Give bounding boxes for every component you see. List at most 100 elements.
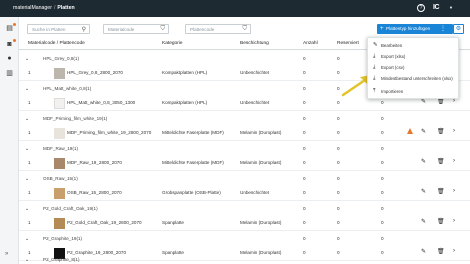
group-row[interactable]: ⌄ P2_Graphite_8(1)	[19, 257, 470, 264]
chevron-right-icon[interactable]: ›	[453, 188, 455, 194]
brand-logo[interactable]: IC	[433, 4, 440, 11]
search-input[interactable]: Suche in Platten ⚲	[27, 24, 90, 34]
table-row[interactable]: 1 P2_Gold_Craft_Oak_19_2800_2070 Spanpla…	[19, 216, 470, 231]
search-placeholder: Suche in Platten	[32, 27, 66, 32]
group-reserved: 0	[337, 116, 340, 121]
group-row[interactable]: ⌄ OSB_Raw_15(1) 0 0 0	[19, 176, 470, 183]
edit-icon[interactable]: ✎	[421, 218, 426, 225]
group-min: 0	[381, 146, 384, 151]
row-number: 1	[28, 250, 31, 255]
group-reserved: 0	[337, 206, 340, 211]
edit-icon[interactable]: ✎	[421, 248, 426, 255]
left-rail: ▤ ◙ ● ▥ »	[0, 17, 19, 264]
count: 0	[303, 190, 306, 195]
category: Kompaktplatten (HPL)	[162, 70, 208, 75]
menu-item-label: Importieren	[381, 89, 404, 94]
group-min: 0	[381, 116, 384, 121]
cabinet-icon[interactable]: ▥	[5, 70, 14, 78]
edit-icon[interactable]: ✎	[421, 158, 426, 165]
menu-item-export-csv[interactable]: ⤓ Export (csv)	[368, 62, 460, 73]
group-min: 0	[381, 206, 384, 211]
min-stock: 0	[381, 190, 384, 195]
menu-item-export-xlsx[interactable]: ⤓ Export (xlsx)	[368, 51, 460, 62]
material-thumbnail	[54, 218, 65, 229]
layers-icon[interactable]: ▤	[5, 25, 14, 33]
chevron-right-icon[interactable]: ›	[453, 128, 455, 134]
chevron-down-icon[interactable]: ⌄	[25, 176, 29, 182]
edit-icon[interactable]: ✎	[421, 128, 426, 135]
table-row[interactable]: 1 OSB_Raw_15_2800_2070 Grobspanplatte (O…	[19, 186, 470, 201]
group-row[interactable]: ⌄ MDF_Priming_film_white_19(1) 0 0 0	[19, 116, 470, 123]
pencil-icon: ✎	[373, 42, 378, 48]
count: 0	[303, 130, 306, 135]
chevron-right-icon[interactable]: ›	[453, 158, 455, 164]
chevron-right-icon[interactable]: ›	[453, 248, 455, 254]
count: 0	[303, 70, 306, 75]
tag-icon[interactable]: ●	[5, 55, 14, 63]
group-reserved: 0	[337, 146, 340, 151]
chevron-right-icon[interactable]: ›	[453, 218, 455, 224]
coating: Unbeschichtet	[240, 70, 270, 75]
menu-item-min-stock-export[interactable]: ⤓ Mindestbestand unterschreiten (xlsx)	[368, 73, 460, 84]
min-stock: 0	[381, 130, 384, 135]
upload-icon: ⤒	[373, 88, 376, 94]
chevron-down-icon[interactable]: ▼	[449, 5, 453, 10]
plate-code: MDF_Raw_19_2800_2070	[67, 160, 122, 165]
chevron-down-icon[interactable]: ⌄	[25, 56, 29, 62]
plate-code: P2_Graphite_19_2800_2070	[67, 250, 127, 255]
chevron-down-icon[interactable]: ⌄	[25, 86, 29, 92]
help-icon[interactable]: ?	[417, 4, 425, 12]
delete-icon[interactable]: 🗑	[437, 188, 445, 195]
plate-placeholder: Plattencode	[190, 27, 215, 32]
more-menu-button[interactable]: ⋮	[438, 24, 448, 34]
min-stock: 0	[381, 100, 384, 105]
group-count: 0	[303, 116, 306, 121]
group-row[interactable]: ⌄ P2_Gold_Craft_Oak_19(1) 0 0 0	[19, 206, 470, 213]
delete-icon[interactable]: 🗑	[437, 128, 445, 135]
breadcrumb-app[interactable]: materialManager	[13, 5, 52, 11]
delete-icon[interactable]: 🗑	[437, 158, 445, 165]
plate-filter[interactable]: Plattencode ⛉	[185, 24, 251, 34]
chevron-down-icon[interactable]: ⌄	[25, 206, 29, 212]
gear-icon[interactable]: ⚙	[453, 24, 464, 34]
min-stock: 0	[381, 220, 384, 225]
count: 0	[303, 100, 306, 105]
breadcrumb-separator: /	[53, 5, 56, 11]
group-row[interactable]: ⌄ P2_Graphite_19(1) 0 0 0	[19, 236, 470, 243]
column-code[interactable]: Materialcode / Plattencode	[28, 41, 85, 46]
group-row[interactable]: ⌄ MDF_Raw_19(1) 0 0 0	[19, 146, 470, 153]
book-icon[interactable]: ◙	[5, 41, 14, 49]
material-thumbnail	[54, 68, 65, 79]
page-title: Platten	[57, 5, 75, 11]
group-count: 0	[303, 236, 306, 241]
column-count[interactable]: Anzahl	[303, 41, 318, 46]
table-row[interactable]: 1 MDF_Priming_film_white_19_2800_2070 Mi…	[19, 126, 470, 141]
chevron-down-icon[interactable]: ⌄	[25, 257, 29, 263]
delete-icon[interactable]: 🗑	[437, 248, 445, 255]
expand-icon[interactable]: »	[5, 251, 8, 257]
menu-item-edit[interactable]: ✎ Bearbeiten	[368, 40, 460, 51]
group-name: HPL_Grey_0,8(1)	[43, 56, 80, 61]
chevron-down-icon[interactable]: ⌄	[25, 146, 29, 152]
coating: Melamin (Duroplast)	[240, 130, 282, 135]
column-reserved[interactable]: Reserviert	[337, 41, 359, 46]
column-category[interactable]: Kategorie	[162, 41, 183, 46]
column-description[interactable]: Beschichtung	[240, 41, 269, 46]
chevron-down-icon[interactable]: ⌄	[25, 236, 29, 242]
more-options-menu: ✎ Bearbeiten ⤓ Export (xlsx) ⤓ Export (c…	[367, 37, 459, 99]
edit-icon[interactable]: ✎	[421, 98, 426, 105]
chevron-down-icon[interactable]: ⌄	[25, 116, 29, 122]
table-row[interactable]: 1 MDF_Raw_19_2800_2070 Mitteldichte Fase…	[19, 156, 470, 171]
plate-code: P2_Gold_Craft_Oak_19_2800_2070	[67, 220, 142, 225]
delete-icon[interactable]: 🗑	[437, 98, 445, 105]
material-filter[interactable]: Materialcode ⛉	[103, 24, 169, 34]
warning-icon	[407, 128, 413, 134]
reserved: 0	[337, 190, 340, 195]
edit-icon[interactable]: ✎	[421, 188, 426, 195]
menu-item-import[interactable]: ⤒ Importieren	[368, 86, 460, 97]
coating: Melamin (Duroplast)	[240, 250, 282, 255]
delete-icon[interactable]: 🗑	[437, 218, 445, 225]
filter-icon: ⛉	[242, 26, 247, 32]
category: Grobspanplatte (OSB-Platte)	[162, 190, 221, 195]
row-number: 1	[28, 220, 31, 225]
